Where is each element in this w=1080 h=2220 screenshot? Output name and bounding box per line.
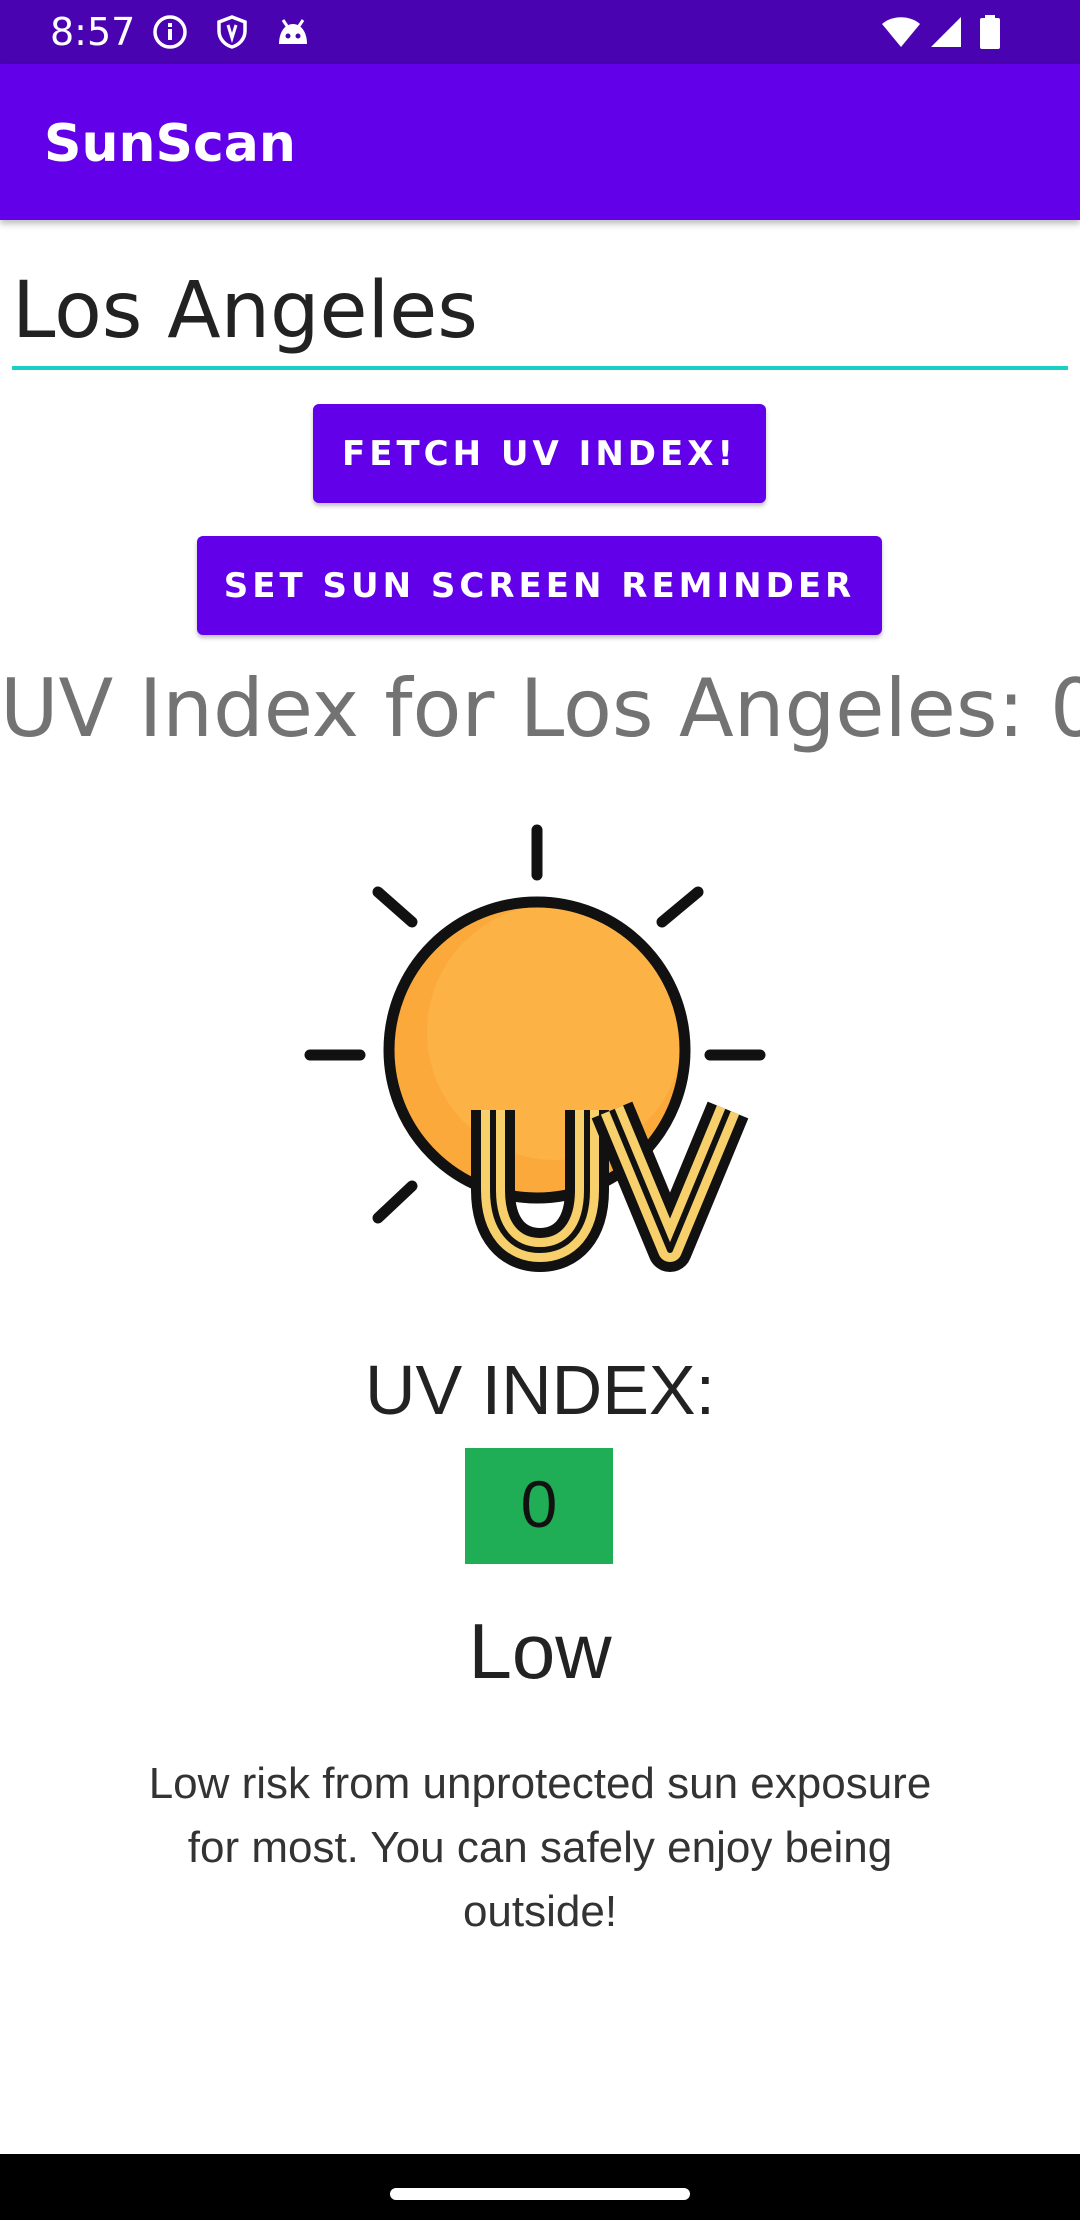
status-bar: 8:57 (0, 0, 1080, 64)
signal-icon (931, 17, 961, 47)
city-input[interactable] (12, 256, 1068, 370)
sun-uv-icon (304, 824, 766, 1272)
app-title: SunScan (44, 114, 296, 174)
app-bar: SunScan (0, 64, 1080, 220)
uv-index-heading: UV INDEX: (364, 1351, 716, 1429)
info-icon (153, 15, 187, 49)
uv-level-label: Low (468, 1607, 612, 1695)
app-screen: 8:57 SunScan FETC (0, 0, 1080, 2220)
uv-index-value-badge: 0 (465, 1448, 613, 1564)
set-reminder-button[interactable]: SET SUN SCREEN REMINDER (197, 536, 882, 635)
status-time: 8:57 (50, 10, 136, 54)
uv-risk-description: Low risk from unprotected sun exposure f… (148, 1759, 932, 1936)
android-face-icon (279, 19, 307, 44)
battery-icon (980, 15, 1000, 49)
shield-icon (217, 15, 247, 49)
uv-result-text: UV Index for Los Angeles: 0 (0, 662, 1080, 755)
wifi-icon (882, 17, 920, 47)
home-gesture-handle[interactable] (390, 2188, 690, 2200)
fetch-uv-index-button[interactable]: FETCH UV INDEX! (313, 404, 766, 503)
navigation-bar (0, 2154, 1080, 2220)
